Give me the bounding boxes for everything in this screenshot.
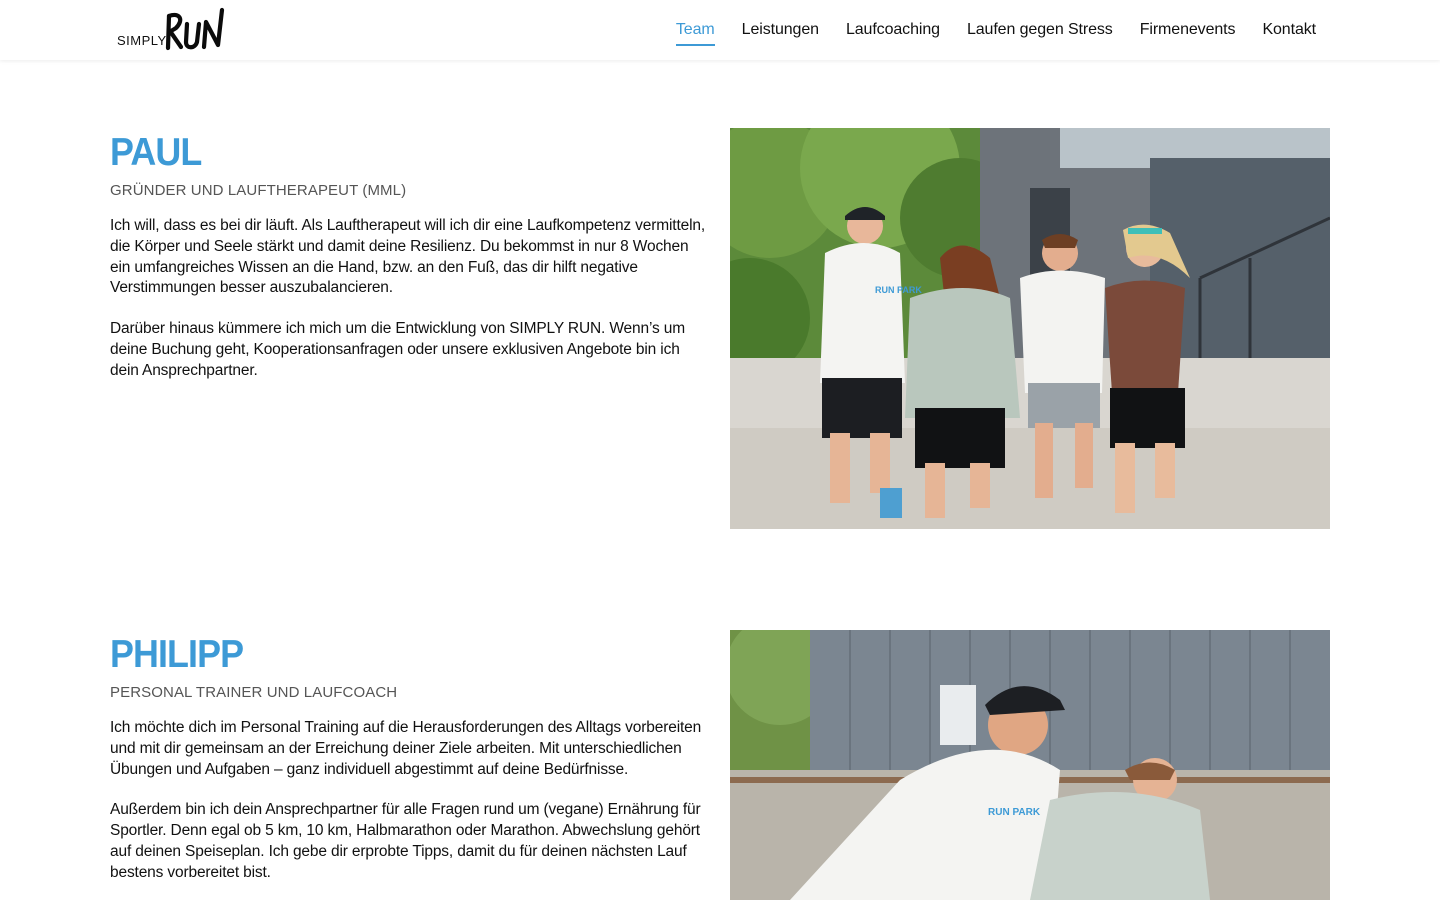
main-navigation: Team Leistungen Laufcoaching Laufen gege… [649,0,1316,60]
team-member-philipp: PHILIPP PERSONAL TRAINER UND LAUFCOACH I… [0,630,1440,900]
member-role: GRÜNDER UND LAUFTHERAPEUT (MML) [110,182,407,199]
member-description: Ich will, dass es bei dir läuft. Als Lau… [110,217,706,297]
shirt-print: RUN PARK [875,285,922,295]
nav-laufen-gegen-stress[interactable]: Laufen gegen Stress [967,21,1113,39]
simply-run-logo[interactable]: SIMPLY [117,6,237,54]
member-description: Außerdem bin ich dein Ansprechpartner fü… [110,801,701,881]
member-text: PAUL GRÜNDER UND LAUFTHERAPEUT (MML) Ich… [110,128,710,382]
nav-kontakt[interactable]: Kontakt [1262,21,1316,39]
team-running-photo: RUN PARK [730,128,1330,529]
nav-leistungen[interactable]: Leistungen [742,21,819,39]
personal-training-photo: RUN PARK [730,630,1330,900]
member-description: Ich möchte dich im Personal Training auf… [110,719,702,778]
member-name: PHILIPP [110,633,244,676]
member-description: Darüber hinaus kümmere ich mich um die E… [110,320,685,379]
member-name: PAUL [110,131,202,174]
site-header: SIMPLY Team Leistungen Laufcoaching Lauf… [0,0,1440,60]
nav-laufcoaching[interactable]: Laufcoaching [846,21,940,39]
shirt-print: RUN PARK [988,807,1041,818]
nav-team[interactable]: Team [675,21,715,46]
logo-simply-text: SIMPLY [117,33,167,48]
member-role: PERSONAL TRAINER UND LAUFCOACH [110,684,398,701]
logo-run-lettering [165,7,225,51]
member-text: PHILIPP PERSONAL TRAINER UND LAUFCOACH I… [110,630,710,884]
team-member-paul: PAUL GRÜNDER UND LAUFTHERAPEUT (MML) Ich… [0,128,1440,529]
nav-firmenevents[interactable]: Firmenevents [1140,21,1236,39]
